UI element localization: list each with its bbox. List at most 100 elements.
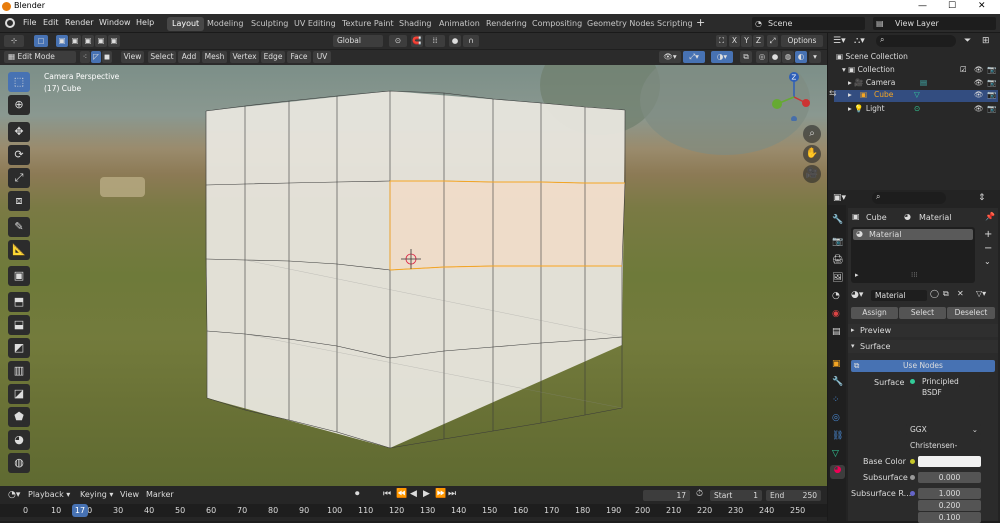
world-tab-icon[interactable]: ◉ — [832, 309, 840, 319]
rotate-tool-icon[interactable]: ⟳ — [8, 145, 30, 165]
tab-scripting[interactable]: Scripting — [652, 17, 698, 31]
checkbox-icon[interactable]: ☑ — [960, 65, 967, 74]
timeline-editor-icon[interactable]: ◔▾ — [8, 490, 20, 500]
mirror-z-button[interactable]: Z — [753, 35, 764, 47]
spin-tool-icon[interactable]: ◕ — [8, 430, 30, 450]
camera-view-icon[interactable]: 🎥 — [803, 165, 821, 183]
material-name-field[interactable]: Material — [871, 290, 927, 301]
constraints-tab-icon[interactable]: ⛓ — [832, 431, 843, 441]
pan-hand-icon[interactable]: ✋ — [803, 145, 821, 163]
face-select-icon[interactable]: ◼ — [102, 51, 112, 63]
data-tab-icon[interactable]: ▽ — [832, 449, 839, 459]
properties-options-icon[interactable]: ⇕ — [978, 193, 986, 203]
outliner-item-light[interactable]: ▸ 💡 Light ⊙ 👁 📷 — [848, 104, 998, 113]
mode-dropdown[interactable]: ▦ Edit Mode — [4, 51, 76, 63]
visibility-eye-icon[interactable]: 👁 — [974, 104, 984, 113]
outliner-item-camera[interactable]: ▸ 🎥 Camera ▤ 👁 📷 — [848, 78, 998, 87]
outliner-funnel-icon[interactable]: ⏷ — [964, 36, 971, 46]
properties-search-input[interactable]: ⌕ — [872, 192, 946, 204]
vertex-menu[interactable]: Vertex — [230, 51, 259, 63]
object-tab-icon[interactable]: ▣ — [832, 359, 841, 369]
view-layer-tab-icon[interactable]: 🖼 — [832, 273, 843, 283]
timeline-ruler[interactable]: 0 10 20 30 40 50 60 70 80 90 100 110 120… — [0, 504, 827, 517]
preview-panel-header[interactable]: ▸ Preview — [848, 324, 998, 337]
view-menu[interactable]: View — [121, 51, 144, 63]
add-menu[interactable]: Add — [178, 51, 200, 63]
blender-menu-icon[interactable] — [5, 18, 15, 28]
solid-shading-icon[interactable]: ● — [769, 51, 781, 63]
select-mode-invert-icon[interactable]: ▣ — [95, 35, 107, 47]
playback-menu[interactable]: Playback ▾ — [28, 490, 70, 499]
select-mode-extend-icon[interactable]: ▣ — [69, 35, 81, 47]
fake-user-icon[interactable]: ◯ — [930, 289, 939, 298]
material-slot-list[interactable]: ◕ Material ▸ ⁞⁞⁞ — [851, 227, 975, 283]
stopwatch-icon[interactable]: ⏱ — [696, 489, 703, 499]
end-frame-field[interactable]: End 250 — [766, 490, 821, 501]
visibility-icon[interactable]: 👁▾ — [659, 51, 681, 63]
edge-select-icon[interactable]: ◸ — [91, 51, 101, 63]
gizmo-icon[interactable]: ⤢▾ — [683, 51, 705, 63]
options-dropdown[interactable]: Options — [781, 35, 823, 47]
keying-menu[interactable]: Keying ▾ — [80, 490, 113, 499]
select-mode-new-icon[interactable]: ▣ — [56, 35, 68, 47]
slot-expand-icon[interactable]: ▸ — [855, 271, 859, 279]
scene-collection-row[interactable]: ▣ Scene Collection — [836, 52, 996, 61]
remove-slot-icon[interactable]: − — [984, 243, 992, 254]
mesh-menu[interactable]: Mesh — [202, 51, 227, 63]
modifier-tab-icon[interactable]: 🔧 — [832, 377, 843, 387]
tab-geometry-nodes[interactable]: Geometry Nodes — [582, 17, 659, 31]
cursor-tool-icon[interactable]: ⊕ — [8, 95, 30, 115]
render-camera-icon[interactable]: 📷 — [987, 90, 996, 99]
use-nodes-button[interactable]: ⧉ Use Nodes — [851, 360, 995, 372]
visibility-eye-icon[interactable]: 👁 — [974, 65, 984, 74]
select-menu[interactable]: Select — [148, 51, 176, 63]
proportional-edit-icon[interactable]: ● — [449, 35, 461, 47]
new-collection-icon[interactable]: ⊞ — [982, 36, 990, 46]
tab-modeling[interactable]: Modeling — [202, 17, 248, 31]
tab-shading[interactable]: Shading — [394, 17, 437, 31]
collection-row[interactable]: ▾ ▣ Collection ☑ 👁 📷 — [842, 65, 998, 74]
properties-editor-icon[interactable]: ▣▾ — [833, 193, 846, 203]
outliner-side-icon[interactable]: ⇆ — [829, 89, 837, 99]
select-mode-subtract-icon[interactable]: ▣ — [82, 35, 94, 47]
rendered-shading-icon[interactable]: ◐ — [795, 51, 807, 63]
material-browse-icon[interactable]: ◕▾ — [851, 290, 863, 300]
visibility-eye-icon[interactable]: 👁 — [974, 90, 984, 99]
menu-file[interactable]: File — [23, 18, 36, 27]
slot-resize-handle[interactable]: ⁞⁞⁞ — [911, 271, 918, 279]
navigation-gizmo[interactable]: Z — [770, 71, 820, 121]
loop-cut-tool-icon[interactable]: ▥ — [8, 361, 30, 381]
tool-tab-icon[interactable]: 🔧 — [832, 215, 843, 225]
timeline-view-menu[interactable]: View — [120, 490, 139, 499]
outliner-search-input[interactable]: ⌕ — [876, 35, 956, 47]
assign-button[interactable]: Assign — [851, 307, 898, 319]
pivot-point-icon[interactable]: ⊙ — [389, 35, 407, 47]
deselect-button[interactable]: Deselect — [947, 307, 995, 319]
menu-render[interactable]: Render — [65, 18, 93, 27]
subsurface-field[interactable]: 0.000 — [918, 472, 981, 483]
physics-tab-icon[interactable]: ◎ — [832, 413, 840, 423]
material-slot-row[interactable]: ◕ Material — [853, 229, 973, 240]
menu-help[interactable]: Help — [136, 18, 154, 27]
scale-tool-icon[interactable]: ⤢ — [8, 168, 30, 188]
link-dropdown-icon[interactable]: ▽▾ — [976, 289, 986, 298]
overlay-icon[interactable]: ◑▾ — [711, 51, 733, 63]
playhead[interactable]: 17 — [72, 504, 88, 517]
render-tab-icon[interactable]: 📷 — [832, 237, 843, 247]
tab-sculpting[interactable]: Sculpting — [246, 17, 293, 31]
outliner-filter-icon[interactable]: ⛬▾ — [854, 36, 865, 46]
knife-tool-icon[interactable]: ◪ — [8, 384, 30, 404]
pin-icon[interactable]: 📌 — [985, 212, 995, 221]
particles-tab-icon[interactable]: ⁘ — [832, 395, 840, 405]
falloff-icon[interactable]: ∩ — [463, 35, 479, 47]
slot-specials-icon[interactable]: ⌄ — [984, 257, 991, 266]
surface-panel-header[interactable]: ▾ Surface — [848, 340, 998, 353]
smooth-tool-icon[interactable]: ◍ — [8, 453, 30, 473]
outliner-item-cube[interactable]: ▸ ▣ Cube ▽ 👁 📷 — [834, 90, 998, 102]
xray-icon[interactable]: ⧉ — [740, 51, 752, 63]
menu-edit[interactable]: Edit — [43, 18, 59, 27]
cube-mesh[interactable] — [0, 65, 827, 486]
tab-uv-editing[interactable]: UV Editing — [289, 17, 341, 31]
base-color-swatch[interactable] — [918, 456, 981, 467]
face-menu[interactable]: Face — [287, 51, 311, 63]
